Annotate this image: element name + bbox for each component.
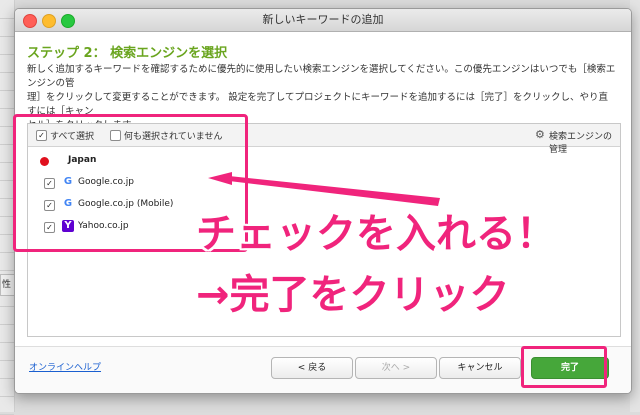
annotation-check: チェックを入れる！ — [196, 211, 556, 257]
arrow-head — [208, 172, 232, 185]
annotation-click-finish: →完了をクリック — [196, 272, 510, 318]
